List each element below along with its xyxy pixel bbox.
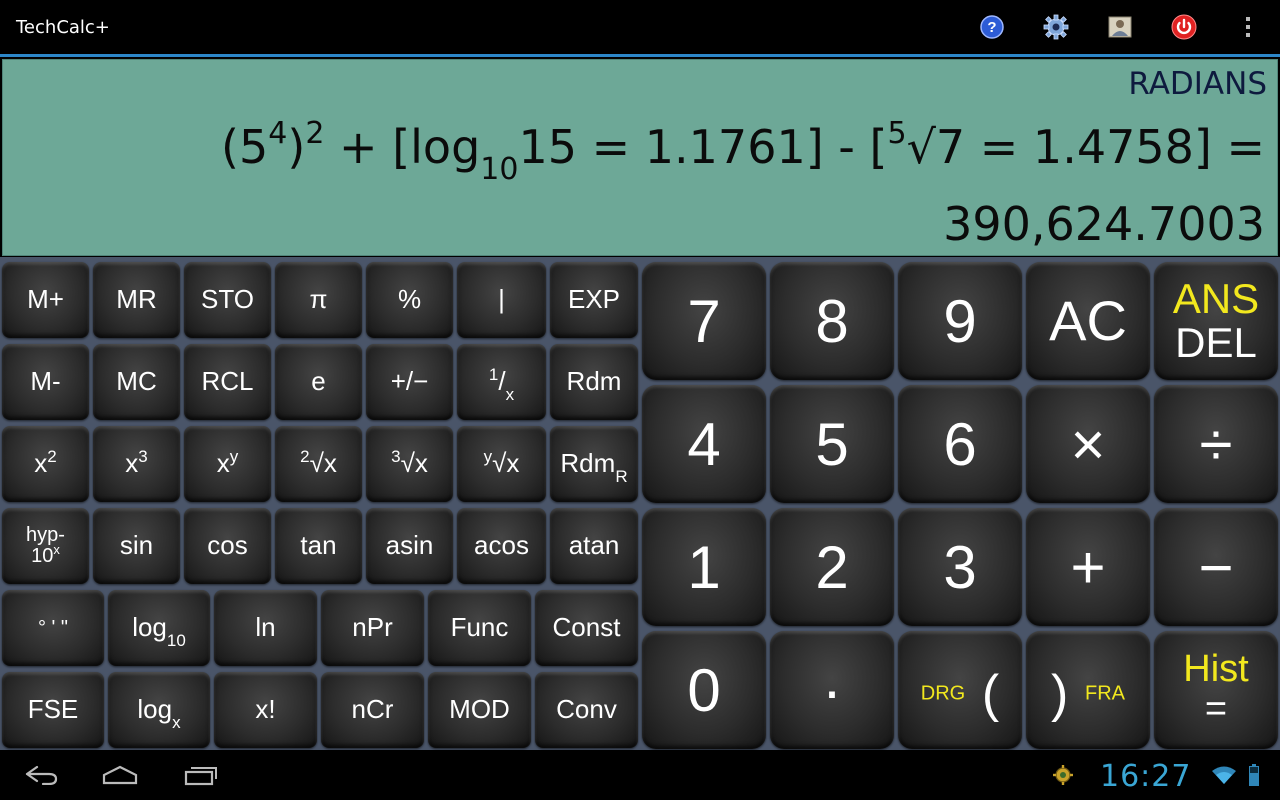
cube-root-button[interactable]: 3√x bbox=[366, 426, 453, 502]
digit-1-button[interactable]: 1 bbox=[642, 508, 766, 626]
log10-button[interactable]: log10 bbox=[108, 590, 210, 666]
calculator-display: RADIANS (54)2 + [log1015 = 1.1761] - [5√… bbox=[2, 59, 1278, 256]
keypad: M+ MR STO π % | EXP M- MC RCL e +/− 1/x … bbox=[0, 257, 1280, 750]
minus-button[interactable]: − bbox=[1154, 508, 1278, 626]
memory-recall-button[interactable]: MR bbox=[93, 262, 180, 338]
recall-button[interactable]: RCL bbox=[184, 344, 271, 420]
contact-icon[interactable] bbox=[1105, 12, 1135, 42]
ln-button[interactable]: ln bbox=[214, 590, 317, 666]
logx-button[interactable]: logx bbox=[108, 672, 210, 748]
help-icon[interactable]: ? bbox=[977, 12, 1007, 42]
func-button[interactable]: Func bbox=[428, 590, 531, 666]
plus-button[interactable]: + bbox=[1026, 508, 1150, 626]
square-root-button[interactable]: 2√x bbox=[275, 426, 362, 502]
pi-button[interactable]: π bbox=[275, 262, 362, 338]
hyp-ten-power-button[interactable]: hyp- 10x bbox=[2, 508, 89, 584]
hist-equals-button[interactable]: Hist = bbox=[1154, 631, 1278, 749]
tan-button[interactable]: tan bbox=[275, 508, 362, 584]
status-clock: 16:27 bbox=[1100, 759, 1192, 794]
asin-button[interactable]: asin bbox=[366, 508, 453, 584]
plus-minus-button[interactable]: +/− bbox=[366, 344, 453, 420]
square-button[interactable]: x2 bbox=[2, 426, 89, 502]
recent-apps-icon[interactable] bbox=[182, 758, 220, 792]
back-icon[interactable] bbox=[22, 758, 60, 792]
cube-button[interactable]: x3 bbox=[93, 426, 180, 502]
degrees-minutes-seconds-button[interactable]: ° ' " bbox=[2, 590, 104, 666]
memory-add-button[interactable]: M+ bbox=[2, 262, 89, 338]
actionbar-divider bbox=[0, 54, 1280, 57]
angle-mode-label: RADIANS bbox=[1128, 66, 1267, 102]
digit-4-button[interactable]: 4 bbox=[642, 385, 766, 503]
expression: (54)2 + [log1015 = 1.1761] - [5√7 = 1.47… bbox=[221, 116, 1265, 187]
digit-8-button[interactable]: 8 bbox=[770, 262, 894, 380]
digit-7-button[interactable]: 7 bbox=[642, 262, 766, 380]
app-title: TechCalc+ bbox=[16, 17, 110, 38]
decimal-point-button[interactable]: · bbox=[770, 631, 894, 749]
ncr-button[interactable]: nCr bbox=[321, 672, 424, 748]
random-range-button[interactable]: RdmR bbox=[550, 426, 638, 502]
acos-button[interactable]: acos bbox=[457, 508, 546, 584]
cos-button[interactable]: cos bbox=[184, 508, 271, 584]
fse-button[interactable]: FSE bbox=[2, 672, 104, 748]
factorial-button[interactable]: x! bbox=[214, 672, 317, 748]
sin-button[interactable]: sin bbox=[93, 508, 180, 584]
multiply-button[interactable]: × bbox=[1026, 385, 1150, 503]
system-nav-bar: 16:27 bbox=[0, 750, 1280, 800]
wifi-icon bbox=[1210, 758, 1238, 792]
mod-button[interactable]: MOD bbox=[428, 672, 531, 748]
digit-6-button[interactable]: 6 bbox=[898, 385, 1022, 503]
percent-button[interactable]: % bbox=[366, 262, 453, 338]
memory-subtract-button[interactable]: M- bbox=[2, 344, 89, 420]
conv-button[interactable]: Conv bbox=[535, 672, 638, 748]
npr-button[interactable]: nPr bbox=[321, 590, 424, 666]
digit-2-button[interactable]: 2 bbox=[770, 508, 894, 626]
digit-9-button[interactable]: 9 bbox=[898, 262, 1022, 380]
result: 390,624.7003 bbox=[943, 197, 1265, 251]
action-bar: TechCalc+ ? bbox=[0, 0, 1280, 57]
store-button[interactable]: STO bbox=[184, 262, 271, 338]
divide-button[interactable]: ÷ bbox=[1154, 385, 1278, 503]
overflow-menu-icon[interactable] bbox=[1233, 12, 1263, 42]
right-paren-fra-button[interactable]: ) FRA bbox=[1026, 631, 1150, 749]
power-button[interactable]: xy bbox=[184, 426, 271, 502]
svg-text:?: ? bbox=[987, 19, 996, 36]
digit-0-button[interactable]: 0 bbox=[642, 631, 766, 749]
power-icon[interactable] bbox=[1169, 12, 1199, 42]
battery-icon bbox=[1246, 758, 1262, 792]
digit-5-button[interactable]: 5 bbox=[770, 385, 894, 503]
exp-button[interactable]: EXP bbox=[550, 262, 638, 338]
home-icon[interactable] bbox=[100, 758, 140, 792]
all-clear-button[interactable]: AC bbox=[1026, 262, 1150, 380]
euler-button[interactable]: e bbox=[275, 344, 362, 420]
abs-button[interactable]: | bbox=[457, 262, 546, 338]
const-button[interactable]: Const bbox=[535, 590, 638, 666]
drg-left-paren-button[interactable]: DRG ( bbox=[898, 631, 1022, 749]
digit-3-button[interactable]: 3 bbox=[898, 508, 1022, 626]
nth-root-button[interactable]: y√x bbox=[457, 426, 546, 502]
random-button[interactable]: Rdm bbox=[550, 344, 638, 420]
reciprocal-button[interactable]: 1/x bbox=[457, 344, 546, 420]
settings-icon[interactable] bbox=[1041, 12, 1071, 42]
ans-del-button[interactable]: ANS DEL bbox=[1154, 262, 1278, 380]
atan-button[interactable]: atan bbox=[550, 508, 638, 584]
notification-app-icon[interactable] bbox=[1050, 758, 1076, 792]
memory-clear-button[interactable]: MC bbox=[93, 344, 180, 420]
